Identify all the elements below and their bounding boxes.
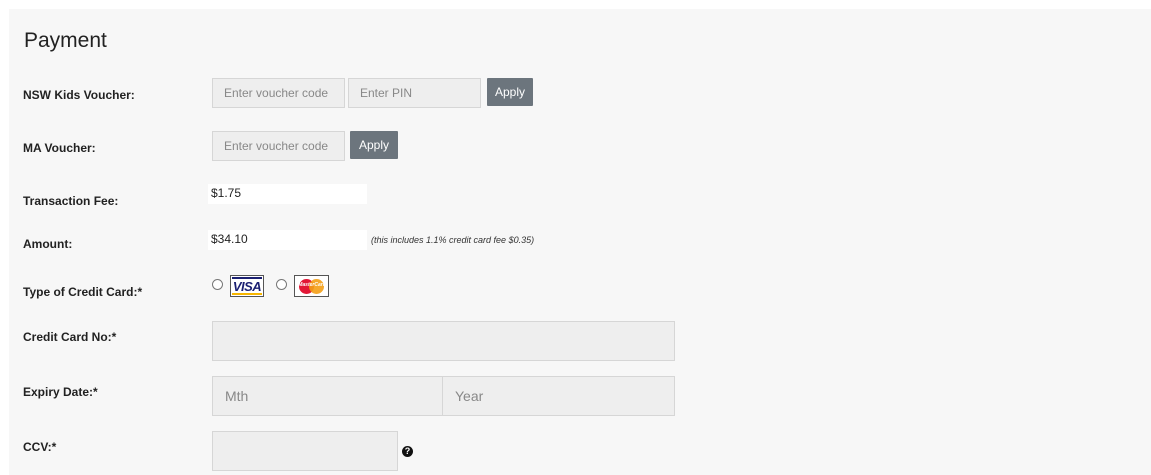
mastercard-logo-icon: MasterCard (294, 275, 329, 297)
ma-voucher-label: MA Voucher: (23, 141, 96, 155)
transaction-fee-value: $1.75 (208, 184, 367, 204)
nsw-voucher-code-input[interactable] (212, 78, 345, 108)
mastercard-radio[interactable] (276, 279, 287, 290)
nsw-pin-input[interactable] (348, 78, 481, 108)
transaction-fee-label: Transaction Fee: (23, 194, 119, 208)
expiry-month-input[interactable] (212, 376, 443, 416)
amount-fee-note: (this includes 1.1% credit card fee $0.3… (371, 235, 535, 245)
ccv-input[interactable] (212, 431, 398, 471)
card-number-input[interactable] (212, 321, 675, 361)
visa-logo-icon: VISA (230, 275, 264, 297)
mastercard-logo-text: MasterCard (298, 282, 326, 288)
page-title: Payment (24, 29, 107, 52)
visa-logo-text: VISA (232, 278, 262, 294)
amount-label: Amount: (23, 237, 73, 251)
ma-voucher-code-input[interactable] (212, 131, 345, 161)
expiry-date-label: Expiry Date:* (23, 385, 98, 399)
ccv-label: CCV:* (23, 440, 57, 454)
visa-radio[interactable] (212, 279, 223, 290)
card-type-label: Type of Credit Card:* (23, 285, 143, 299)
nsw-apply-button[interactable]: Apply (487, 78, 533, 106)
amount-value: $34.10 (208, 230, 367, 250)
question-circle-icon[interactable]: ? (402, 446, 413, 457)
nsw-kids-voucher-label: NSW Kids Voucher: (23, 88, 135, 102)
expiry-year-input[interactable] (442, 376, 675, 416)
ma-apply-button[interactable]: Apply (350, 131, 398, 159)
card-number-label: Credit Card No:* (23, 330, 117, 344)
